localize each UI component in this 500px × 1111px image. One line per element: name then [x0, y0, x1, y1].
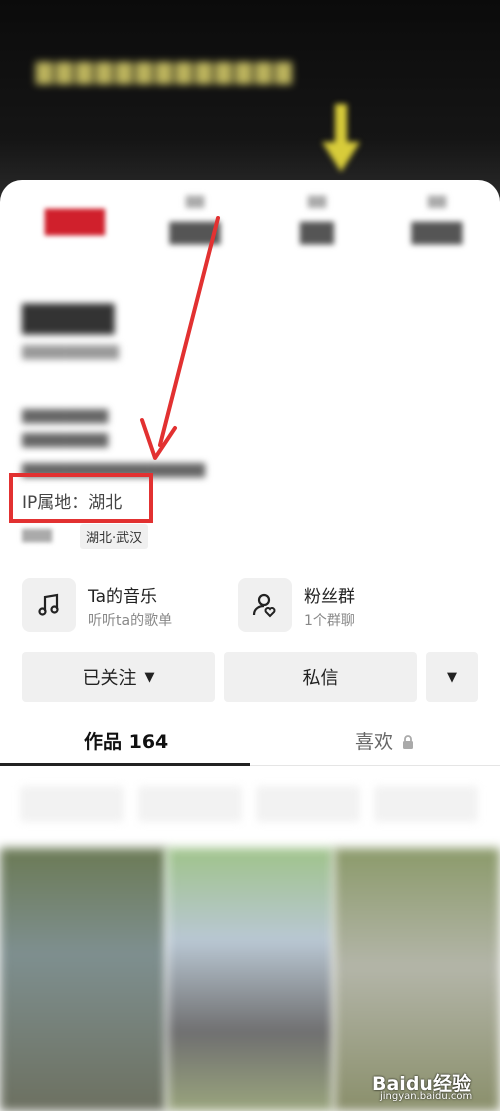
yellow-down-arrow-icon: [322, 104, 360, 172]
baidu-jingyan-watermark: Baidu经验 jingyan.baidu.com: [372, 1069, 492, 1103]
stat-blurred-2: ▇▇ ▇▇: [300, 194, 334, 245]
city-tag: 湖北·武汉: [80, 524, 149, 549]
blurred-bio-line-2: ▇▇▇▇▇▇▇▇: [22, 432, 109, 448]
tab-active-underline: [0, 763, 250, 766]
tab-works-label: 作品 164: [84, 731, 169, 753]
blurred-username: ▇▇▇▇: [22, 300, 115, 335]
music-entry[interactable]: Ta的音乐 听听ta的歌单: [22, 578, 232, 634]
tab-works[interactable]: 作品 164: [84, 727, 168, 754]
video-thumbnail[interactable]: [0, 848, 166, 1111]
message-label: 私信: [302, 668, 339, 689]
lock-icon: [403, 735, 414, 749]
music-note-icon: [22, 578, 76, 632]
fan-group-icon: [238, 578, 292, 632]
caret-down-icon: ▼: [447, 669, 457, 685]
blurred-user-id: ▇▇▇▇▇▇▇▇▇: [22, 344, 119, 360]
followed-button[interactable]: 已关注 ▼: [22, 652, 215, 702]
avatar[interactable]: ▇▇▇: [20, 198, 130, 258]
fan-group-subtitle: 1个群聊: [304, 613, 355, 629]
music-subtitle: 听听ta的歌单: [88, 613, 173, 629]
profile-card: ▇▇▇ ▇▇ ▇▇▇ ▇▇ ▇▇ ▇▇ ▇▇▇ ▇▇▇▇ ▇▇▇▇▇▇▇▇▇ ▇▇▇▇…: [0, 180, 500, 1111]
stat-blurred-3: ▇▇ ▇▇▇: [411, 194, 463, 245]
caret-down-icon: ▼: [144, 669, 155, 685]
tab-likes-label: 喜欢: [355, 731, 394, 753]
fan-group-entry[interactable]: 粉丝群 1个群聊: [238, 578, 448, 634]
fan-group-title: 粉丝群: [304, 587, 355, 607]
ip-highlight-box: [9, 473, 153, 523]
music-title: Ta的音乐: [88, 587, 157, 607]
blurred-age-tag: ▇▇▇: [22, 528, 52, 543]
video-thumbnail[interactable]: [167, 848, 333, 1111]
blurred-cover-banner: ▇▇▇▇▇▇▇▇▇▇▇▇▇: [0, 0, 500, 200]
watermark-domain: jingyan.baidu.com: [380, 1091, 473, 1102]
followed-label: 已关注: [82, 668, 137, 689]
blurred-bio-line-1: ▇▇▇▇▇▇▇▇: [22, 408, 109, 424]
stat-blurred-1: ▇▇ ▇▇▇: [169, 194, 221, 245]
blurred-banner-text: ▇▇▇▇▇▇▇▇▇▇▇▇▇: [36, 60, 295, 85]
tab-likes[interactable]: 喜欢: [355, 727, 414, 754]
message-button[interactable]: 私信: [224, 652, 417, 702]
blurred-filter-chips: [0, 780, 500, 828]
more-options-button[interactable]: ▼: [426, 652, 478, 702]
